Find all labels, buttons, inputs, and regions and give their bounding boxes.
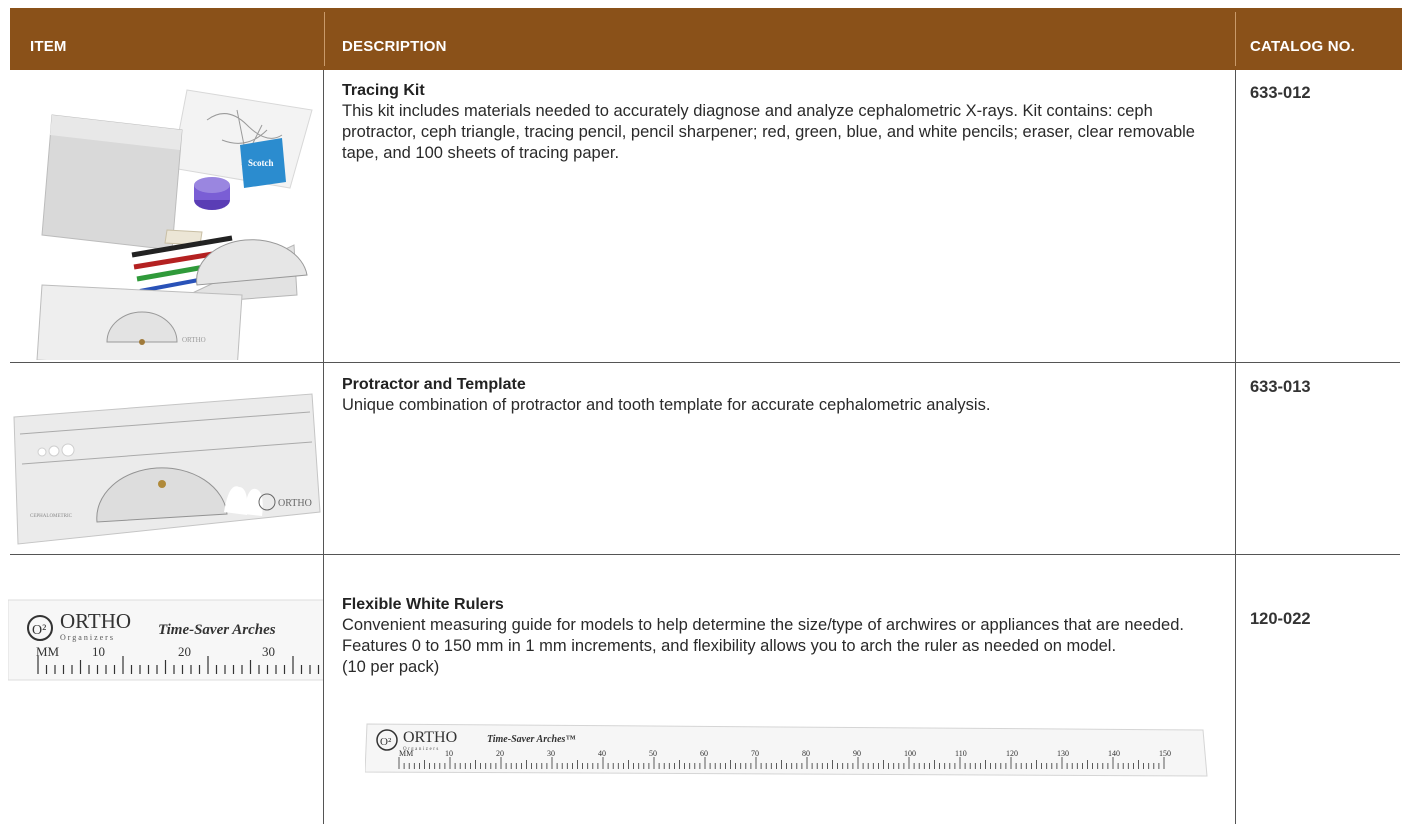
ruler-tick-label: 120 [1006,749,1018,758]
svg-text:Time-Saver Arches: Time-Saver Arches [158,622,276,638]
catalog-number: 633-013 [1250,378,1311,396]
full-ruler-photo-icon: O² ORTHO Organizers Time-Saver Arches™ M… [364,723,1208,777]
tracing-kit-photo-icon: Scotch ORTHO [36,89,313,371]
protractor-template-image: ORTHO CEPHALOMETRIC [12,372,322,552]
full-ruler-image: O² ORTHO Organizers Time-Saver Arches™ M… [364,718,1210,780]
ruler-tick-label: 150 [1159,749,1171,758]
header-divider [324,12,325,66]
row-description: Convenient measuring guide for models to… [342,616,1184,655]
protractor-description-cell: Protractor and Template Unique combinati… [342,376,1212,416]
ruler-tick-label: 90 [853,749,861,758]
ruler-tick-label: 130 [1057,749,1069,758]
row-divider [10,362,1400,363]
svg-text:Time-Saver Arches™: Time-Saver Arches™ [487,734,575,745]
svg-text:ORTHO: ORTHO [60,609,131,633]
pack-note: (10 per pack) [342,658,440,676]
ruler-tick-label: 70 [751,749,759,758]
svg-text:Scotch: Scotch [248,158,274,168]
svg-text:20: 20 [178,644,191,659]
ruler-logo-mark: O² [32,623,46,638]
ruler-tick-label: 30 [547,749,555,758]
catalog-number: 120-022 [1250,610,1311,628]
column-divider [323,554,324,824]
header-divider [1235,12,1236,66]
column-divider [1235,554,1236,824]
row-title: Tracing Kit [342,82,425,99]
header-description: DESCRIPTION [342,38,447,55]
row-title: Protractor and Template [342,376,526,393]
ruler-tick-label: 80 [802,749,810,758]
svg-text:Organizers: Organizers [60,633,115,642]
catalog-number: 633-012 [1250,84,1311,102]
column-divider [1235,362,1236,554]
ruler-tick-label: 10 [445,749,453,758]
svg-text:CEPHALOMETRIC: CEPHALOMETRIC [30,514,73,519]
row-divider [10,554,1400,555]
ruler-tick-label: 50 [649,749,657,758]
tracing-kit-description-cell: Tracing Kit This kit includes materials … [342,82,1212,164]
column-divider [323,70,324,362]
white-ruler-photo-icon: O² ORTHO Organizers Time-Saver Arches MM… [8,599,323,681]
ruler-tick-label: 140 [1108,749,1120,758]
ruler-tick-label: 100 [904,749,916,758]
ruler-description-cell: Flexible White Rulers Convenient measuri… [342,596,1222,678]
table-header: ITEM DESCRIPTION CATALOG NO. [10,8,1402,70]
svg-text:MM: MM [399,749,413,758]
svg-text:ORTHO: ORTHO [182,336,206,344]
column-divider [323,362,324,554]
ruler-tick-label: 20 [496,749,504,758]
header-catalog: CATALOG NO. [1250,38,1355,55]
svg-text:MM: MM [36,644,60,659]
ruler-tick-label: 60 [700,749,708,758]
row-description: Unique combination of protractor and too… [342,396,991,414]
svg-text:ORTHO: ORTHO [278,498,312,509]
svg-text:ORTHO: ORTHO [403,729,457,746]
tracing-kit-image: Scotch ORTHO [22,80,322,371]
ruler-tick-label: 40 [598,749,606,758]
ruler-tick-label: 110 [955,749,967,758]
header-item: ITEM [30,38,67,55]
white-ruler-image: O² ORTHO Organizers Time-Saver Arches MM… [8,594,323,686]
protractor-template-photo-icon: ORTHO CEPHALOMETRIC [13,393,321,545]
svg-text:10: 10 [92,644,105,659]
svg-text:O²: O² [380,736,392,748]
row-description: This kit includes materials needed to ac… [342,102,1195,162]
column-divider [1235,70,1236,362]
row-title: Flexible White Rulers [342,596,504,613]
svg-text:30: 30 [262,644,275,659]
